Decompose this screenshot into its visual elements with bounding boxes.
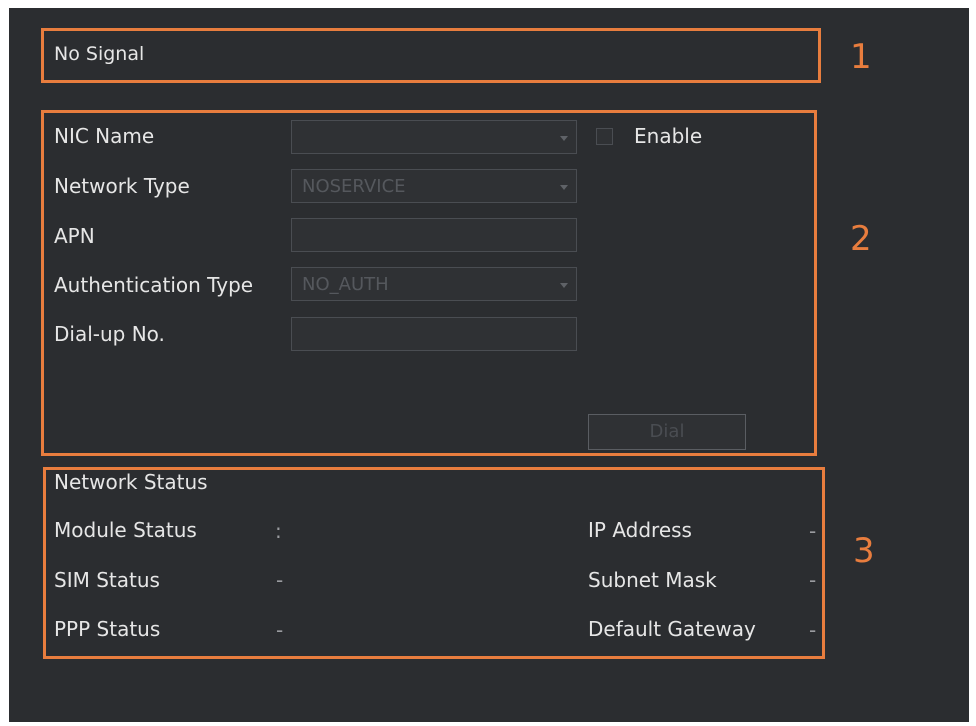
ip-address-label: IP Address bbox=[588, 518, 692, 542]
marker-1: 1 bbox=[850, 37, 872, 77]
module-status-value: : bbox=[275, 519, 282, 543]
dialup-number-label: Dial-up No. bbox=[54, 322, 165, 346]
network-type-value: NOSERVICE bbox=[302, 176, 406, 197]
enable-checkbox[interactable] bbox=[596, 128, 613, 145]
nic-name-label: NIC Name bbox=[54, 124, 155, 148]
network-status-title: Network Status bbox=[54, 470, 208, 494]
authentication-type-select[interactable]: NO_AUTH bbox=[291, 267, 577, 301]
sim-status-label: SIM Status bbox=[54, 568, 160, 592]
authentication-type-label: Authentication Type bbox=[54, 273, 254, 297]
chevron-down-icon bbox=[560, 185, 568, 190]
nic-name-select[interactable] bbox=[291, 120, 577, 154]
subnet-mask-value: - bbox=[809, 568, 817, 592]
chevron-down-icon bbox=[560, 136, 568, 141]
signal-status-text: No Signal bbox=[54, 43, 145, 65]
dialup-number-input[interactable] bbox=[291, 317, 577, 351]
dial-button[interactable]: Dial bbox=[588, 414, 746, 450]
enable-label: Enable bbox=[634, 124, 703, 148]
ppp-status-value: - bbox=[276, 618, 284, 642]
subnet-mask-label: Subnet Mask bbox=[588, 568, 717, 592]
default-gateway-value: - bbox=[809, 618, 817, 642]
apn-input[interactable] bbox=[291, 218, 577, 252]
chevron-down-icon bbox=[560, 283, 568, 288]
apn-label: APN bbox=[54, 224, 95, 248]
ip-address-value: - bbox=[809, 519, 817, 543]
ppp-status-label: PPP Status bbox=[54, 617, 161, 641]
highlight-box-1 bbox=[41, 28, 821, 83]
module-status-label: Module Status bbox=[54, 518, 197, 542]
network-type-select[interactable]: NOSERVICE bbox=[291, 169, 577, 203]
authentication-type-value: NO_AUTH bbox=[302, 274, 389, 295]
sim-status-value: - bbox=[276, 568, 284, 592]
marker-2: 2 bbox=[850, 219, 872, 259]
marker-3: 3 bbox=[853, 531, 875, 571]
default-gateway-label: Default Gateway bbox=[588, 617, 756, 641]
network-type-label: Network Type bbox=[54, 174, 190, 198]
